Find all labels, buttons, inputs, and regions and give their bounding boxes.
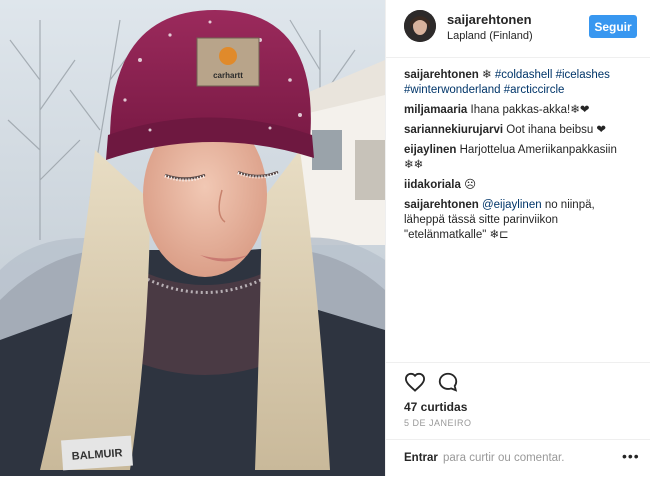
caption-username[interactable]: saijarehtonen: [404, 69, 479, 81]
hashtag-link[interactable]: #icelashes: [556, 69, 610, 81]
comment-prompt: para curtir ou comentar.: [443, 452, 565, 464]
comment-item: sariannekiurujarvi Oot ihana beibsu ❤: [404, 123, 636, 138]
comment-item: saijarehtonen @eijaylinen no niinpä, läh…: [404, 198, 636, 243]
comment-username[interactable]: eijaylinen: [404, 144, 456, 156]
mention-link[interactable]: @eijaylinen: [482, 199, 542, 211]
post-header: saijarehtonen Lapland (Finland) Seguir: [386, 0, 650, 58]
post-photo[interactable]: carhartt BALMUIR: [0, 0, 385, 476]
post-sidebar: saijarehtonen Lapland (Finland) Seguir s…: [385, 0, 650, 476]
snowflake-icon: ❄: [481, 69, 492, 81]
avatar[interactable]: [404, 10, 436, 42]
portrait-illustration: carhartt BALMUIR: [0, 0, 385, 476]
caption: saijarehtonen ❄ #coldashell #icelashes #…: [404, 68, 636, 98]
follow-button[interactable]: Seguir: [589, 15, 637, 38]
likes-count[interactable]: 47 curtidas: [404, 400, 467, 414]
header-location[interactable]: Lapland (Finland): [447, 30, 533, 42]
comments-list: saijarehtonen ❄ #coldashell #icelashes #…: [404, 68, 636, 248]
comment-text: Oot ihana beibsu ❤: [506, 124, 607, 136]
comment-item: iidakoriala ☹: [404, 178, 636, 193]
beanie-brand-label: carhartt: [213, 71, 243, 80]
hashtag-link[interactable]: #coldashell: [495, 69, 553, 81]
ellipsis-icon[interactable]: •••: [622, 448, 640, 464]
post-date: 5 DE JANEIRO: [404, 418, 472, 428]
header-username[interactable]: saijarehtonen: [447, 12, 532, 27]
comment-text: ☹: [464, 179, 477, 191]
comment-text: Ihana pakkas-akka!❄❤: [470, 104, 590, 116]
comment-username[interactable]: miljamaaria: [404, 104, 467, 116]
comment-username[interactable]: sariannekiurujarvi: [404, 124, 503, 136]
comment-username[interactable]: iidakoriala: [404, 179, 461, 191]
speech-bubble-icon[interactable]: [437, 371, 459, 398]
instagram-post: carhartt BALMUIR saijarehtonen Lapland (…: [0, 0, 650, 476]
login-link[interactable]: Entrar: [404, 452, 438, 464]
comment-item: eijaylinen Harjottelua Ameriikanpakkasii…: [404, 143, 636, 173]
comment-username[interactable]: saijarehtonen: [404, 199, 479, 211]
avatar-image: [404, 10, 436, 42]
comment-item: miljamaaria Ihana pakkas-akka!❄❤: [404, 103, 636, 118]
heart-outline-icon[interactable]: [404, 372, 426, 397]
post-actions: 47 curtidas 5 DE JANEIRO Entrar para cur…: [386, 362, 650, 476]
hashtag-link[interactable]: #winterwonderland: [404, 84, 501, 96]
hashtag-link[interactable]: #arcticcircle: [504, 84, 565, 96]
comment-bar: Entrar para curtir ou comentar. •••: [386, 439, 650, 477]
